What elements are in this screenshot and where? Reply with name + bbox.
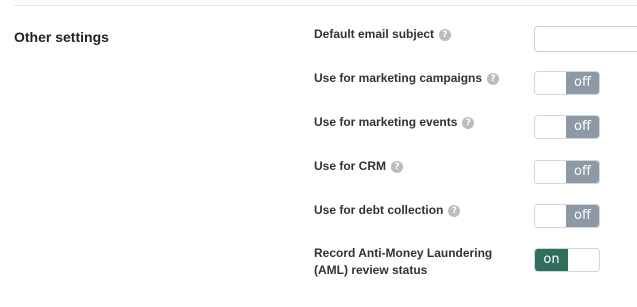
debt-collection-toggle[interactable]: off (534, 204, 600, 228)
setting-label: Record Anti-Money Laundering (AML) revie… (314, 245, 492, 279)
section-title: Other settings (14, 29, 109, 45)
setting-label: Use for CRM? (314, 158, 404, 175)
setting-label: Use for marketing events? (314, 114, 475, 131)
toggle-state: off (566, 116, 599, 138)
setting-label: Default email subject? (314, 26, 452, 43)
setting-label-text: Use for CRM (314, 159, 387, 173)
help-icon[interactable]: ? (391, 161, 404, 173)
toggle-state: off (566, 205, 599, 227)
toggle-state: off (566, 161, 599, 183)
toggle-state: off (566, 72, 599, 94)
marketing-events-toggle[interactable]: off (534, 115, 600, 139)
setting-label-line2: (AML) review status (314, 263, 428, 277)
help-icon[interactable]: ? (487, 73, 500, 85)
setting-label-text: Use for marketing campaigns (314, 71, 483, 85)
setting-label-text: Use for debt collection (314, 203, 444, 217)
email-subject-input[interactable] (534, 26, 637, 52)
setting-label-text: Use for marketing events (314, 115, 458, 129)
aml-review-toggle[interactable]: on (534, 248, 600, 272)
section-divider (14, 5, 637, 6)
toggle-state: on (535, 249, 568, 271)
setting-label-line1: Record Anti-Money Laundering (314, 246, 493, 260)
help-icon[interactable]: ? (439, 29, 452, 41)
setting-label: Use for marketing campaigns? (314, 70, 500, 87)
marketing-campaigns-toggle[interactable]: off (534, 71, 600, 95)
crm-toggle[interactable]: off (534, 160, 600, 184)
setting-label-text: Default email subject (314, 27, 435, 41)
help-icon[interactable]: ? (448, 205, 461, 217)
setting-label: Use for debt collection? (314, 202, 461, 219)
help-icon[interactable]: ? (462, 117, 475, 129)
